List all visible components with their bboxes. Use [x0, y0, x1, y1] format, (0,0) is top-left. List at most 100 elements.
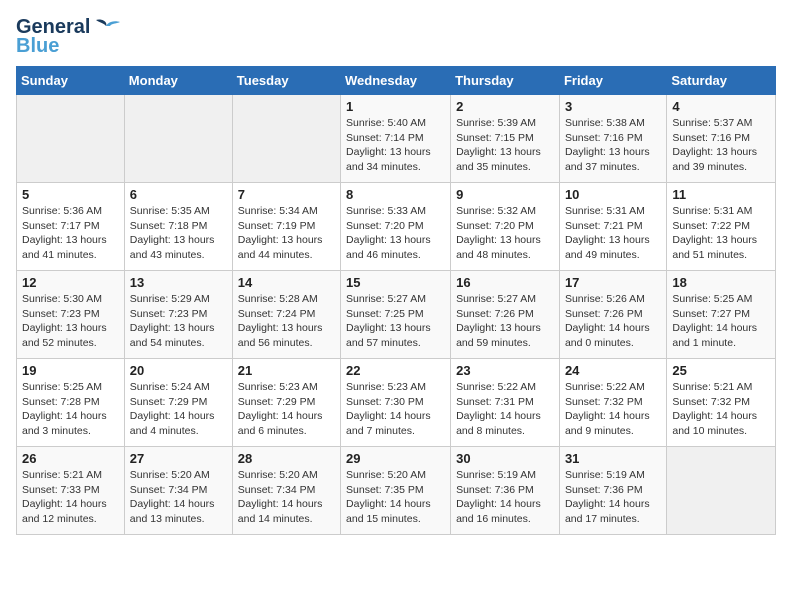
day-number: 25 [672, 363, 770, 378]
calendar-cell: 14 Sunrise: 5:28 AM Sunset: 7:24 PM Dayli… [232, 271, 340, 359]
day-detail: Sunrise: 5:21 AM Sunset: 7:32 PM Dayligh… [672, 380, 770, 439]
calendar-cell: 7 Sunrise: 5:34 AM Sunset: 7:19 PM Daylig… [232, 183, 340, 271]
calendar-cell: 19Sunrise: 5:25 AM Sunset: 7:28 PM Dayli… [17, 359, 125, 447]
day-number: 4 [672, 99, 770, 114]
calendar-cell [232, 95, 340, 183]
day-number: 7 [238, 187, 335, 202]
day-number: 1 [346, 99, 445, 114]
calendar-cell: 28 Sunrise: 5:20 AM Sunset: 7:34 PM Dayli… [232, 447, 340, 535]
calendar-week-row: 26 Sunrise: 5:21 AM Sunset: 7:33 PM Dayli… [17, 447, 776, 535]
day-number: 16 [456, 275, 554, 290]
calendar-cell: 25 Sunrise: 5:21 AM Sunset: 7:32 PM Dayli… [667, 359, 776, 447]
day-detail: Sunrise: 5:30 AM Sunset: 7:23 PM Dayligh… [22, 292, 119, 351]
day-detail: Sunrise: 5:20 AM Sunset: 7:35 PM Dayligh… [346, 468, 445, 527]
day-number: 22 [346, 363, 445, 378]
day-number: 14 [238, 275, 335, 290]
day-detail: Sunrise: 5:29 AM Sunset: 7:23 PM Dayligh… [130, 292, 227, 351]
calendar-cell [124, 95, 232, 183]
weekday-header-monday: Monday [124, 67, 232, 95]
calendar-week-row: 19Sunrise: 5:25 AM Sunset: 7:28 PM Dayli… [17, 359, 776, 447]
day-number: 2 [456, 99, 554, 114]
day-detail: Sunrise: 5:20 AM Sunset: 7:34 PM Dayligh… [130, 468, 227, 527]
day-number: 17 [565, 275, 661, 290]
calendar-cell: 4 Sunrise: 5:37 AM Sunset: 7:16 PM Daylig… [667, 95, 776, 183]
calendar-week-row: 1 Sunrise: 5:40 AM Sunset: 7:14 PM Daylig… [17, 95, 776, 183]
day-detail: Sunrise: 5:28 AM Sunset: 7:24 PM Dayligh… [238, 292, 335, 351]
calendar-cell [667, 447, 776, 535]
day-number: 6 [130, 187, 227, 202]
day-detail: Sunrise: 5:33 AM Sunset: 7:20 PM Dayligh… [346, 204, 445, 263]
calendar-cell: 20 Sunrise: 5:24 AM Sunset: 7:29 PM Dayli… [124, 359, 232, 447]
calendar-cell: 16 Sunrise: 5:27 AM Sunset: 7:26 PM Dayli… [451, 271, 560, 359]
day-detail: Sunrise: 5:23 AM Sunset: 7:29 PM Dayligh… [238, 380, 335, 439]
day-detail: Sunrise: 5:22 AM Sunset: 7:31 PM Dayligh… [456, 380, 554, 439]
day-detail: Sunrise: 5:20 AM Sunset: 7:34 PM Dayligh… [238, 468, 335, 527]
calendar-cell: 21Sunrise: 5:23 AM Sunset: 7:29 PM Dayli… [232, 359, 340, 447]
calendar-cell: 11Sunrise: 5:31 AM Sunset: 7:22 PM Dayli… [667, 183, 776, 271]
calendar-cell: 13 Sunrise: 5:29 AM Sunset: 7:23 PM Dayli… [124, 271, 232, 359]
day-number: 23 [456, 363, 554, 378]
calendar-cell: 23 Sunrise: 5:22 AM Sunset: 7:31 PM Dayli… [451, 359, 560, 447]
day-number: 10 [565, 187, 661, 202]
day-number: 27 [130, 451, 227, 466]
calendar-cell: 1 Sunrise: 5:40 AM Sunset: 7:14 PM Daylig… [341, 95, 451, 183]
calendar-cell: 18Sunrise: 5:25 AM Sunset: 7:27 PM Dayli… [667, 271, 776, 359]
calendar-cell: 22Sunrise: 5:23 AM Sunset: 7:30 PM Dayli… [341, 359, 451, 447]
day-number: 5 [22, 187, 119, 202]
day-detail: Sunrise: 5:40 AM Sunset: 7:14 PM Dayligh… [346, 116, 445, 175]
day-detail: Sunrise: 5:27 AM Sunset: 7:26 PM Dayligh… [456, 292, 554, 351]
day-number: 20 [130, 363, 227, 378]
day-detail: Sunrise: 5:34 AM Sunset: 7:19 PM Dayligh… [238, 204, 335, 263]
calendar-cell: 31 Sunrise: 5:19 AM Sunset: 7:36 PM Dayli… [559, 447, 666, 535]
calendar-cell: 12 Sunrise: 5:30 AM Sunset: 7:23 PM Dayli… [17, 271, 125, 359]
calendar-week-row: 5 Sunrise: 5:36 AM Sunset: 7:17 PM Daylig… [17, 183, 776, 271]
day-detail: Sunrise: 5:39 AM Sunset: 7:15 PM Dayligh… [456, 116, 554, 175]
day-number: 26 [22, 451, 119, 466]
calendar-cell: 5 Sunrise: 5:36 AM Sunset: 7:17 PM Daylig… [17, 183, 125, 271]
weekday-header-row: SundayMondayTuesdayWednesdayThursdayFrid… [17, 67, 776, 95]
day-number: 30 [456, 451, 554, 466]
day-detail: Sunrise: 5:25 AM Sunset: 7:27 PM Dayligh… [672, 292, 770, 351]
calendar-table: SundayMondayTuesdayWednesdayThursdayFrid… [16, 66, 776, 535]
day-detail: Sunrise: 5:31 AM Sunset: 7:21 PM Dayligh… [565, 204, 661, 263]
weekday-header-sunday: Sunday [17, 67, 125, 95]
day-number: 19 [22, 363, 119, 378]
calendar-cell: 6 Sunrise: 5:35 AM Sunset: 7:18 PM Daylig… [124, 183, 232, 271]
day-detail: Sunrise: 5:27 AM Sunset: 7:25 PM Dayligh… [346, 292, 445, 351]
day-detail: Sunrise: 5:38 AM Sunset: 7:16 PM Dayligh… [565, 116, 661, 175]
day-detail: Sunrise: 5:21 AM Sunset: 7:33 PM Dayligh… [22, 468, 119, 527]
day-number: 9 [456, 187, 554, 202]
day-detail: Sunrise: 5:35 AM Sunset: 7:18 PM Dayligh… [130, 204, 227, 263]
logo-line2: Blue [16, 35, 59, 58]
day-detail: Sunrise: 5:19 AM Sunset: 7:36 PM Dayligh… [456, 468, 554, 527]
calendar-cell: 15 Sunrise: 5:27 AM Sunset: 7:25 PM Dayli… [341, 271, 451, 359]
logo-bird-icon [92, 18, 120, 38]
calendar-cell: 17Sunrise: 5:26 AM Sunset: 7:26 PM Dayli… [559, 271, 666, 359]
calendar-cell: 30 Sunrise: 5:19 AM Sunset: 7:36 PM Dayli… [451, 447, 560, 535]
calendar-cell: 2 Sunrise: 5:39 AM Sunset: 7:15 PM Daylig… [451, 95, 560, 183]
weekday-header-saturday: Saturday [667, 67, 776, 95]
weekday-header-wednesday: Wednesday [341, 67, 451, 95]
day-number: 29 [346, 451, 445, 466]
day-number: 31 [565, 451, 661, 466]
day-number: 28 [238, 451, 335, 466]
day-number: 13 [130, 275, 227, 290]
weekday-header-friday: Friday [559, 67, 666, 95]
day-detail: Sunrise: 5:24 AM Sunset: 7:29 PM Dayligh… [130, 380, 227, 439]
day-detail: Sunrise: 5:19 AM Sunset: 7:36 PM Dayligh… [565, 468, 661, 527]
calendar-cell: 24Sunrise: 5:22 AM Sunset: 7:32 PM Dayli… [559, 359, 666, 447]
weekday-header-thursday: Thursday [451, 67, 560, 95]
day-detail: Sunrise: 5:37 AM Sunset: 7:16 PM Dayligh… [672, 116, 770, 175]
day-detail: Sunrise: 5:22 AM Sunset: 7:32 PM Dayligh… [565, 380, 661, 439]
day-detail: Sunrise: 5:36 AM Sunset: 7:17 PM Dayligh… [22, 204, 119, 263]
calendar-cell: 29 Sunrise: 5:20 AM Sunset: 7:35 PM Dayli… [341, 447, 451, 535]
day-detail: Sunrise: 5:31 AM Sunset: 7:22 PM Dayligh… [672, 204, 770, 263]
day-number: 15 [346, 275, 445, 290]
day-number: 12 [22, 275, 119, 290]
calendar-cell: 9Sunrise: 5:32 AM Sunset: 7:20 PM Daylig… [451, 183, 560, 271]
day-number: 8 [346, 187, 445, 202]
calendar-cell [17, 95, 125, 183]
calendar-cell: 27 Sunrise: 5:20 AM Sunset: 7:34 PM Dayli… [124, 447, 232, 535]
calendar-cell: 10 Sunrise: 5:31 AM Sunset: 7:21 PM Dayli… [559, 183, 666, 271]
day-number: 3 [565, 99, 661, 114]
